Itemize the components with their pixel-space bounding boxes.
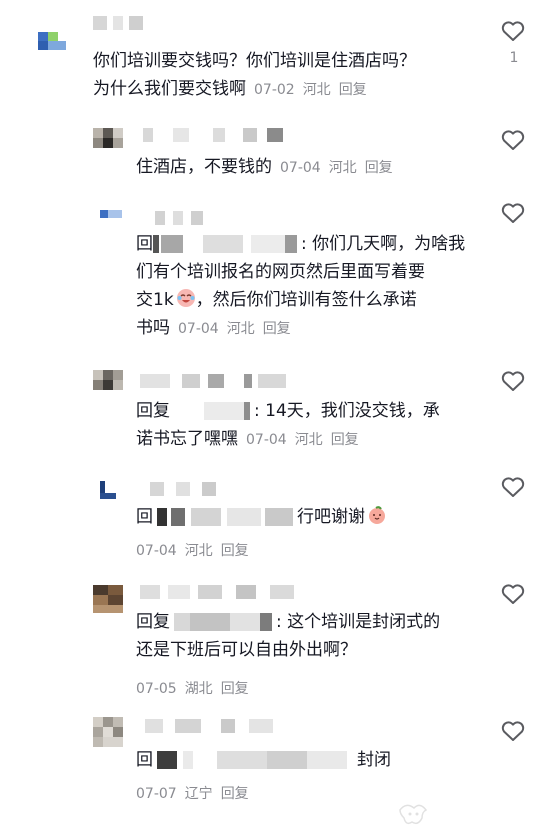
heart-outline-icon[interactable] (500, 369, 526, 393)
comment-meta: 07-04 河北 回复 (280, 160, 393, 176)
reply-item: 住酒店，不要钱的 07-04 河北 回复 (0, 115, 550, 195)
reply-button[interactable]: 回复 (263, 321, 291, 337)
comment-item: 你们培训要交钱吗？你们培训是住酒店吗？ 为什么我们要交钱啊 07-02 河北 回复 1 (0, 0, 550, 115)
reply-text: 回: 你们几天啊，为啥我 们有个培训报名的网页然后里面写着要 交1k ，然后你们培… (136, 234, 466, 338)
reply-button[interactable]: 回复 (339, 82, 367, 98)
heart-outline-icon[interactable] (500, 19, 526, 43)
like-count: 1 (509, 50, 519, 66)
comment-meta: 07-04 河北 回复 (178, 321, 291, 337)
avatar[interactable] (100, 481, 130, 511)
comment-meta: 07-04 河北 回复 (136, 543, 249, 559)
username-censored[interactable] (93, 16, 153, 30)
reply-item: 回复: 这个培训是封闭式的 还是下班后可以自由外出啊？ 07-05 湖北 回复 (0, 573, 550, 705)
reply-button[interactable]: 回复 (221, 543, 249, 559)
username-censored[interactable] (155, 211, 215, 225)
reply-button[interactable]: 回复 (221, 786, 249, 802)
reply-text: 回复: 14天，我们没交钱，承 诺书忘了嘿嘿 07-04 河北 回复 (136, 401, 440, 449)
mention-censored[interactable] (174, 402, 254, 420)
reply-text: 住酒店，不要钱的 07-04 河北 回复 (136, 157, 393, 177)
username-censored[interactable] (143, 128, 283, 142)
mention-censored[interactable] (153, 235, 301, 253)
heart-outline-icon[interactable] (500, 582, 526, 606)
username-censored[interactable] (150, 482, 230, 496)
reply-item: 回: 你们几天啊，为啥我 们有个培训报名的网页然后里面写着要 交1k ，然后你们培… (0, 195, 550, 360)
avatar[interactable] (93, 128, 123, 158)
watermark-icon (399, 804, 428, 825)
reply-button[interactable]: 回复 (331, 432, 359, 448)
avatar[interactable] (93, 717, 123, 747)
avatar[interactable] (38, 32, 68, 62)
comment-meta: 07-02 河北 回复 (254, 82, 367, 98)
reply-item: 回行吧谢谢 07-04 河北 回复 (0, 465, 550, 573)
username-censored[interactable] (140, 374, 290, 388)
reply-text: 回复: 这个培训是封闭式的 还是下班后可以自由外出啊？ (136, 612, 441, 660)
comment-meta: 07-04 河北 回复 (246, 432, 359, 448)
reply-button[interactable]: 回复 (221, 681, 249, 697)
username-censored[interactable] (140, 585, 300, 599)
avatar[interactable] (100, 210, 130, 240)
peach-emoji-icon (369, 506, 385, 524)
avatar[interactable] (93, 370, 123, 400)
heart-outline-icon[interactable] (500, 719, 526, 743)
heart-outline-icon[interactable] (500, 128, 526, 152)
laughing-crying-emoji-icon (176, 289, 195, 307)
mention-censored[interactable] (174, 613, 276, 631)
heart-outline-icon[interactable] (500, 475, 526, 499)
comment-text: 你们培训要交钱吗？你们培训是住酒店吗？ 为什么我们要交钱啊 07-02 河北 回复 (93, 51, 416, 99)
reply-text: 回行吧谢谢 (136, 503, 387, 531)
reply-item: 回复: 14天，我们没交钱，承 诺书忘了嘿嘿 07-04 河北 回复 (0, 360, 550, 465)
username-censored[interactable] (145, 719, 285, 733)
reply-text: 回封闭 (136, 750, 391, 770)
comment-meta: 07-05 湖北 回复 (136, 681, 249, 697)
comment-meta: 07-07 辽宁 回复 (136, 786, 249, 802)
avatar[interactable] (93, 585, 123, 615)
reply-button[interactable]: 回复 (365, 160, 393, 176)
reply-item: 回封闭 07-07 辽宁 回复 (0, 705, 550, 835)
mention-censored[interactable] (157, 751, 357, 769)
heart-outline-icon[interactable] (500, 201, 526, 225)
mention-censored[interactable] (157, 508, 297, 526)
